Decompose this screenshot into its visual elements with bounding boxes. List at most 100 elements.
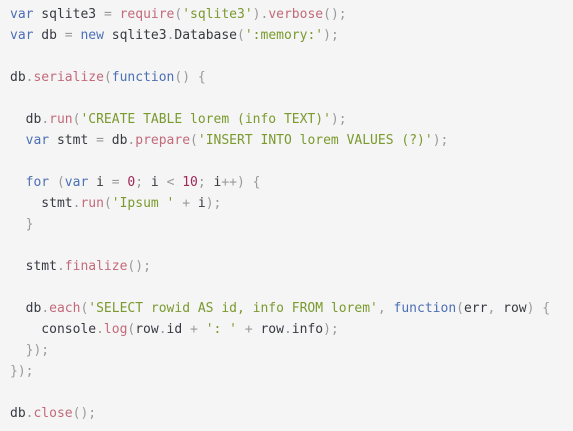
code-token: 'CREATE TABLE lorem (info TEXT)' (80, 112, 331, 127)
code-token: ; (197, 175, 214, 190)
code-token: }); (10, 364, 34, 379)
code-token: i (150, 175, 167, 190)
code-token: 'SELECT rowid AS id, info FROM lorem' (88, 301, 378, 316)
code-token: . (56, 259, 65, 274)
code-line: db.each ( 'SELECT rowid AS id, info FROM l… (10, 298, 573, 319)
code-token: (); (127, 259, 151, 274)
code-token: ). (252, 7, 269, 22)
code-token: + (182, 196, 191, 211)
code-token: ( (103, 196, 112, 211)
code-token: serialize (33, 70, 104, 85)
code-token: info (291, 322, 324, 337)
code-line: var sqlite3 = require('sqlite3').verbose… (10, 4, 573, 25)
code-token: for (25, 175, 50, 190)
code-line: for (var i = 0; i < 10; i++) { (10, 172, 573, 193)
code-token: row (503, 301, 527, 316)
code-token: = (111, 175, 120, 190)
code-token: ); (205, 196, 222, 211)
code-line: db.serialize(function() { (10, 67, 573, 88)
code-token: ( (49, 175, 65, 190)
code-token: ) { (526, 301, 551, 316)
code-token: ( (456, 301, 464, 316)
code-token: db (10, 70, 26, 85)
code-token: = (64, 28, 73, 43)
code-token: db (10, 112, 42, 127)
code-block: var sqlite3 = require ( 'sqlite3').verbose… (0, 0, 573, 431)
code-token: ++ (221, 175, 238, 190)
code-token: = (96, 133, 104, 148)
code-token: 10 (182, 175, 198, 190)
code-token: (); (72, 406, 97, 421)
code-token: verbose (268, 7, 324, 22)
code-token: db (10, 301, 42, 316)
code-token: id (166, 322, 191, 337)
code-token: i (190, 196, 206, 211)
code-token: function (393, 301, 457, 316)
code-token: } (10, 217, 34, 232)
code-token: new (80, 28, 104, 43)
code-token: + (190, 322, 198, 337)
code-line: db.run('CREATE TABLE lorem (info TEXT)')… (10, 109, 573, 130)
code-token: + (244, 322, 253, 337)
code-token: ); (330, 112, 347, 127)
code-token: 'INSERT INTO lorem VALUES (?)' (197, 133, 433, 148)
code-line: }); (10, 340, 573, 361)
code-token: ); (323, 322, 339, 337)
code-token: 'sqlite3' (182, 7, 253, 22)
code-token: (); (323, 7, 347, 22)
code-token: run (49, 112, 73, 127)
code-token: require (119, 7, 175, 22)
code-line: console.log(row.id + ': ' + row.info); (10, 319, 573, 340)
code-token: . (41, 301, 50, 316)
code-lines: var sqlite3 = require ( 'sqlite3').verbose… (10, 4, 573, 424)
code-token: row (252, 322, 284, 337)
code-line: stmt.finalize(); (10, 256, 573, 277)
code-token: var (64, 175, 89, 190)
code-token: , (487, 301, 504, 316)
code-token: prepare (135, 133, 191, 148)
code-token: close (33, 406, 73, 421)
code-token: }); (10, 343, 50, 358)
code-token: row (135, 322, 159, 337)
code-token: i (88, 175, 112, 190)
code-token: ( (103, 70, 112, 85)
code-token: console (10, 322, 97, 337)
code-token: err (463, 301, 488, 316)
code-token: stmt (10, 196, 73, 211)
code-token: db (10, 406, 26, 421)
code-token: ':memory:' (244, 28, 324, 43)
code-token: 'Ipsum ' (111, 196, 175, 211)
code-token: () { (174, 70, 206, 85)
code-token: ); (323, 28, 339, 43)
code-token: db (33, 28, 65, 43)
code-token: = (103, 7, 112, 22)
code-token: ': ' (205, 322, 237, 337)
code-token: ( (190, 133, 198, 148)
code-token: . (158, 322, 167, 337)
code-token: stmt (10, 259, 57, 274)
code-line: db.close(); (10, 403, 573, 424)
code-token: each (49, 301, 81, 316)
code-line: }); (10, 361, 573, 382)
code-token: ; (135, 175, 151, 190)
code-token: Database (174, 28, 238, 43)
code-line: } (10, 214, 573, 235)
code-token: db (103, 133, 128, 148)
code-token: stmt (49, 133, 97, 148)
code-token: function (111, 70, 175, 85)
code-line: stmt.run('Ipsum ' + i); (10, 193, 573, 214)
code-token: var (10, 28, 34, 43)
code-token: sqlite3 (103, 28, 167, 43)
code-token: . (96, 322, 104, 337)
code-token: ) { (237, 175, 261, 190)
code-token: log (103, 322, 128, 337)
